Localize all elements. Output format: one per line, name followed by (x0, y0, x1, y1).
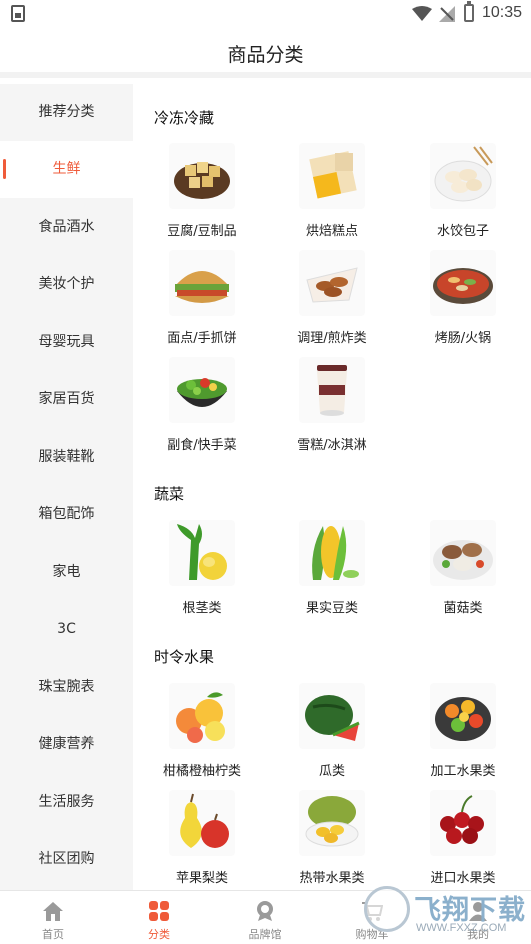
jackfruit-image (299, 790, 365, 856)
tab-category[interactable]: 分类 (106, 891, 212, 944)
category-fried-food[interactable]: 调理/煎炸类 (272, 250, 392, 354)
category-content: 冷冻冷藏 豆腐/豆制品 烘焙糕点 水饺包子 面点/手抓饼 调理/煎炸类 烤肠/火… (133, 84, 531, 890)
category-side-dishes[interactable]: 副食/快手菜 (142, 357, 262, 461)
home-icon (43, 902, 63, 921)
cherry-image (430, 790, 496, 856)
section-title-vegetables: 蔬菜 (154, 485, 185, 503)
sidebar-item-jewelry[interactable]: 珠宝腕表 (0, 659, 133, 716)
category-sidebar: 推荐分类 生鲜 食品酒水 美妆个护 母婴玩具 家居百货 服装鞋靴 箱包配饰 家电… (0, 84, 133, 890)
sidebar-item-apparel[interactable]: 服装鞋靴 (0, 429, 133, 486)
tab-home[interactable]: 首页 (0, 891, 106, 944)
category-tofu[interactable]: 豆腐/豆制品 (142, 143, 262, 247)
mushroom-image (430, 520, 496, 586)
watermelon-image (299, 683, 365, 749)
fried-food-image (299, 250, 365, 316)
category-label: 副食/快手菜 (167, 438, 237, 453)
sidebar-item-health[interactable]: 健康营养 (0, 716, 133, 773)
corn-image (299, 520, 365, 586)
category-root-vegetables[interactable]: 根茎类 (142, 520, 262, 624)
category-tropical-fruit[interactable]: 热带水果类 (272, 790, 392, 890)
sidebar-item-fresh[interactable]: 生鲜 (0, 141, 133, 198)
category-dumplings[interactable]: 水饺包子 (403, 143, 523, 247)
category-label: 根茎类 (182, 601, 222, 616)
category-apples-pears[interactable]: 苹果梨类 (142, 790, 262, 890)
tab-label: 品牌馆 (248, 928, 282, 941)
title-bar: 商品分类 (0, 28, 531, 78)
signal-icon (439, 6, 455, 22)
tab-label: 分类 (148, 928, 170, 941)
watermark-url: WWW.FXXZ.COM (416, 922, 507, 934)
sidebar-item-baby-toys[interactable]: 母婴玩具 (0, 314, 133, 371)
battery-icon (464, 1, 474, 22)
category-label: 调理/煎炸类 (297, 331, 367, 346)
sidebar-item-beauty[interactable]: 美妆个护 (0, 256, 133, 313)
brand-icon (257, 901, 273, 921)
apple-pear-image (169, 790, 235, 856)
category-label: 水饺包子 (436, 224, 489, 239)
gallery-notification-icon (11, 5, 25, 22)
category-citrus[interactable]: 柑橘橙柚柠类 (142, 683, 262, 787)
fruit-platter-image (430, 683, 496, 749)
dumpling-image (430, 143, 496, 209)
watermark-logo-icon (364, 886, 410, 932)
category-melons[interactable]: 瓜类 (272, 683, 392, 787)
sidebar-item-appliances[interactable]: 家电 (0, 544, 133, 601)
category-label: 豆腐/豆制品 (167, 224, 237, 239)
sidebar-item-bags[interactable]: 箱包配饰 (0, 486, 133, 543)
hotpot-image (430, 250, 496, 316)
category-imported-fruit[interactable]: 进口水果类 (403, 790, 523, 890)
tab-label: 首页 (42, 928, 64, 941)
sidebar-item-services[interactable]: 生活服务 (0, 774, 133, 831)
status-bar: 10:35 (0, 0, 531, 28)
category-pastry[interactable]: 烘焙糕点 (272, 143, 392, 247)
category-icon (149, 901, 169, 921)
pancake-image (169, 250, 235, 316)
category-label: 苹果梨类 (175, 871, 228, 886)
category-hotpot[interactable]: 烤肠/火锅 (403, 250, 523, 354)
sidebar-item-group-buy[interactable]: 社区团购 (0, 831, 133, 888)
category-label: 柑橘橙柚柠类 (162, 764, 241, 779)
wifi-icon (412, 6, 432, 21)
tab-brand[interactable]: 品牌馆 (212, 891, 318, 944)
sidebar-item-3c[interactable]: 3C (0, 601, 133, 658)
tofu-image (169, 143, 235, 209)
category-label: 果实豆类 (305, 601, 358, 616)
salad-image (169, 357, 235, 423)
sidebar-item-food-drinks[interactable]: 食品酒水 (0, 199, 133, 256)
sidebar-item-recommend[interactable]: 推荐分类 (0, 84, 133, 141)
category-label: 瓜类 (318, 764, 345, 779)
category-label: 烘焙糕点 (305, 224, 358, 239)
page-title: 商品分类 (227, 44, 304, 66)
section-title-seasonal-fruit: 时令水果 (154, 648, 215, 666)
category-label: 加工水果类 (430, 764, 496, 779)
category-label: 烤肠/火锅 (434, 331, 492, 346)
category-label: 菌菇类 (443, 601, 483, 616)
category-mushrooms[interactable]: 菌菇类 (403, 520, 523, 624)
category-fruit-beans[interactable]: 果实豆类 (272, 520, 392, 624)
site-watermark: 飞翔下载 WWW.FXXZ.COM (364, 884, 531, 944)
ice-cream-image (299, 357, 365, 423)
category-label: 雪糕/冰淇淋 (297, 438, 367, 453)
section-title-frozen: 冷冻冷藏 (154, 109, 215, 127)
pastry-image (299, 143, 365, 209)
category-ice-cream[interactable]: 雪糕/冰淇淋 (272, 357, 392, 461)
citrus-image (169, 683, 235, 749)
sidebar-item-home[interactable]: 家居百货 (0, 371, 133, 428)
category-pancake[interactable]: 面点/手抓饼 (142, 250, 262, 354)
root-vegetable-image (169, 520, 235, 586)
category-label: 面点/手抓饼 (167, 331, 237, 346)
category-processed-fruit[interactable]: 加工水果类 (403, 683, 523, 787)
status-time: 10:35 (482, 4, 523, 21)
